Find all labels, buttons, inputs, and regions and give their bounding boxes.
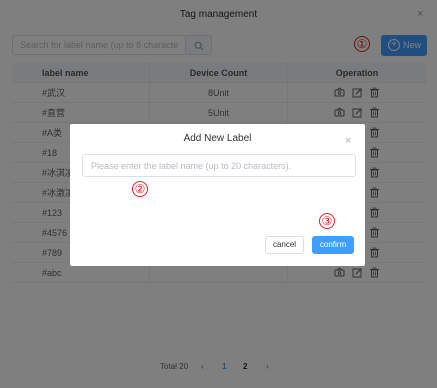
cancel-button[interactable]: cancel xyxy=(265,236,304,254)
add-label-dialog: Add New Label × cancel confirm xyxy=(70,124,365,266)
annotation-marker-3: ③ xyxy=(319,213,335,229)
dialog-title: Add New Label xyxy=(183,133,252,144)
dialog-close-icon[interactable]: × xyxy=(345,135,351,147)
annotation-marker-2: ② xyxy=(132,181,148,197)
confirm-button[interactable]: confirm xyxy=(312,236,354,254)
label-name-input[interactable] xyxy=(83,155,355,176)
label-name-field[interactable] xyxy=(82,154,356,177)
